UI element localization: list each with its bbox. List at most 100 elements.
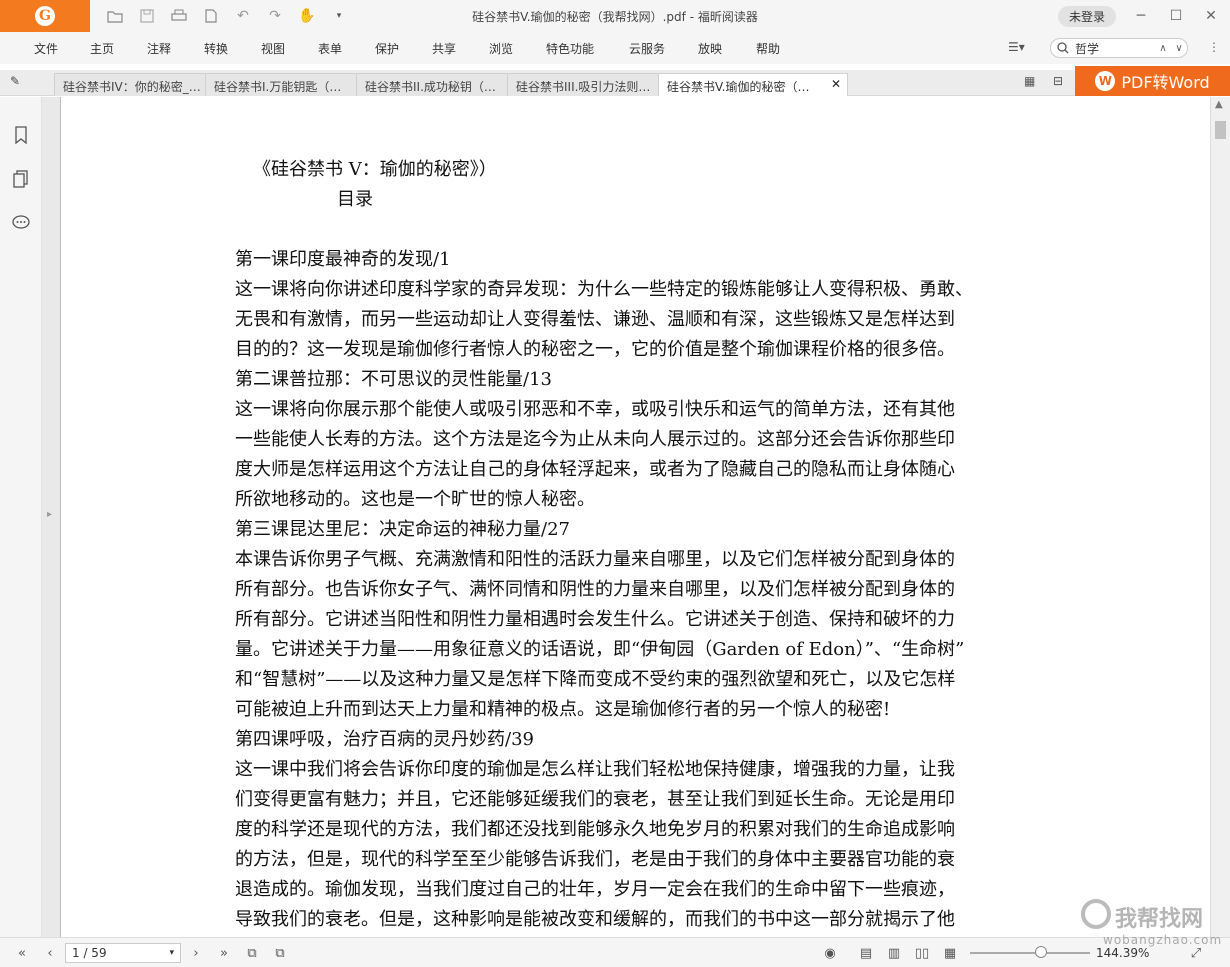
text-line: 量。它讲述关于力量——用象征意义的话语说，即“伊甸园（Garden of Edo… [235,639,965,660]
doc-tab-label: 硅谷禁书V.瑜伽的秘密（… [667,80,810,94]
sidebar-gutter: ▸ [42,97,60,937]
reading-mode-icon[interactable]: ◉ [820,944,840,962]
expand-panel-icon[interactable]: ▸ [47,509,52,520]
close-window-icon[interactable]: ✕ [1196,0,1226,32]
facing-page-icon[interactable]: ▯▯ [912,944,932,962]
menu-slideshow[interactable]: 放映 [698,40,722,57]
quick-access-toolbar: ↶ ↷ ✋ ▾ [106,7,348,25]
doc-tab[interactable]: 硅谷禁书II.成功秘钥（… [356,73,508,96]
menu-form[interactable]: 表单 [318,40,342,57]
menu-help[interactable]: 帮助 [756,40,780,57]
text-line: 所有部分。也告诉你女子气、满怀同情和阴性的力量来自哪里，以及们怎样被分配到身体的 [235,579,955,600]
minimize-icon[interactable]: ─ [1126,0,1156,32]
last-page-icon[interactable]: » [214,944,234,962]
doc-tab[interactable]: 硅谷禁书IV：你的秘密_… [54,73,206,96]
menu-features[interactable]: 特色功能 [546,40,594,57]
single-page-icon[interactable]: ▤ [856,944,876,962]
search-next-icon[interactable]: ∨ [1171,43,1187,54]
customize-dropdown-icon[interactable]: ▾ [330,7,348,25]
menu-home[interactable]: 主页 [90,40,114,57]
login-button[interactable]: 未登录 [1058,6,1116,27]
doc-tab-active[interactable]: 硅谷禁书V.瑜伽的秘密（… ✕ [658,73,848,96]
menu-bar: 文件 主页 注释 转换 视图 表单 保护 共享 浏览 特色功能 云服务 放映 帮… [0,32,1230,64]
continuous-facing-icon[interactable]: ▦ [940,944,960,962]
text-line: 目的的？这一发现是瑜伽修行者惊人的秘密之一，它的价值是整个瑜伽课程价格的很多倍。 [235,339,955,360]
tile-view-icon[interactable]: ▦ [1024,74,1035,88]
foxit-logo-icon: G [35,6,55,26]
close-tab-icon[interactable]: ✕ [831,77,841,91]
search-options-icon[interactable]: ☰▾ [1008,40,1025,54]
text-line: 第三课昆达里尼：决定命运的神秘力量/27 [235,519,570,540]
page-number-input[interactable]: 1 / 59 ▾ [65,943,181,963]
vertical-scrollbar[interactable]: ▲ [1210,97,1230,937]
text-line: 度大师是怎样运用这个方法让自己的身体轻浮起来，或者为了隐藏自己的隐私而让身体随心 [235,459,955,480]
pdf-page: 《硅谷禁书 V：瑜伽的秘密》） 目录 第一课印度最神奇的发现/1 这一课将向你讲… [235,155,1035,935]
doc-title: 《硅谷禁书 V：瑜伽的秘密》） [253,159,497,180]
text-line: 一些能使人长寿的方法。这个方法是迄今为止从未向人展示过的。这部分还会告诉你那些印 [235,429,955,450]
menu-protect[interactable]: 保护 [375,40,399,57]
pdf-to-word-label: PDF转Word [1121,73,1210,92]
text-line: 第四课呼吸，治疗百病的灵丹妙药/39 [235,729,534,750]
comments-icon[interactable] [10,212,32,234]
text-line: 这一课中我们将会告诉你印度的瑜伽是怎么样让我们轻松地保持健康，增强我的力量，让我 [235,759,955,780]
edit-pen-icon[interactable]: ✎ [10,74,20,88]
text-line: 所有部分。它讲述当阳性和阴性力量相遇时会发生什么。它讲述关于创造、保持和破坏的力 [235,609,955,630]
redo-icon[interactable]: ↷ [266,7,284,25]
continuous-page-icon[interactable]: ▥ [884,944,904,962]
next-view-icon[interactable]: ⧉ [270,944,290,962]
more-options-icon[interactable]: ⋮ [1208,40,1220,54]
previous-view-icon[interactable]: ⧉ [242,944,262,962]
menu-comment[interactable]: 注释 [147,40,171,57]
scroll-thumb[interactable] [1215,121,1226,139]
search-icon [1057,42,1069,54]
text-line: 无畏和有激情，而另一些运动却让人变得羞怯、谦逊、温顺和有深，这些锻炼又是怎样达到 [235,309,955,330]
document-view[interactable]: 《硅谷禁书 V：瑜伽的秘密》） 目录 第一课印度最神奇的发现/1 这一课将向你讲… [60,97,1210,937]
save-icon[interactable] [138,7,156,25]
pdf-convert-icon: W [1095,71,1116,91]
open-folder-icon[interactable] [106,7,124,25]
text-line: 本课告诉你男子气概、充满激情和阳性的活跃力量来自哪里，以及它们怎样被分配到身体的 [235,549,955,570]
next-page-icon[interactable]: › [186,944,206,962]
zoom-level[interactable]: 144.39% [1096,946,1149,960]
app-logo[interactable]: G [0,0,90,32]
bookmark-icon[interactable] [10,124,32,146]
search-input[interactable]: 哲学 ∧ ∨ [1050,38,1188,58]
search-prev-icon[interactable]: ∧ [1155,43,1171,54]
prev-page-icon[interactable]: ‹ [40,944,60,962]
first-page-icon[interactable]: « [12,944,32,962]
left-sidebar [0,97,42,937]
pages-icon[interactable] [10,168,32,190]
status-bar: « ‹ 1 / 59 ▾ › » ⧉ ⧉ ◉ ▤ ▥ ▯▯ ▦ 144.39% … [0,937,1230,967]
text-line: 这一课将向你展示那个能使人或吸引邪恶和不幸，或吸引快乐和运气的简单方法，还有其他 [235,399,955,420]
text-line: 这一课将向你讲述印度科学家的奇异发现：为什么一些特定的锻炼能够让人变得积极、勇敢… [235,279,973,300]
text-line: 们变得更富有魅力；并且，它还能够延缓我们的衰老，甚至让我们到延长生命。无论是用印 [235,789,955,810]
page-dropdown-icon[interactable]: ▾ [169,948,174,958]
text-line: 可能被迫上升而到达天上力量和精神的极点。这是瑜伽修行者的另一个惊人的秘密! [235,699,891,720]
menu-view[interactable]: 视图 [261,40,285,57]
fit-page-icon[interactable]: ⤢ [1186,944,1206,962]
switch-view-icon[interactable]: ⊟ [1053,74,1063,88]
menu-share[interactable]: 共享 [432,40,456,57]
menu-file[interactable]: 文件 [34,40,58,57]
text-line: 第一课印度最神奇的发现/1 [235,249,451,270]
text-line: 退造成的。瑜伽发现，当我们度过自己的壮年，岁月一定会在我们的生命中留下一些痕迹， [235,879,955,900]
new-document-icon[interactable] [202,7,220,25]
menu-browse[interactable]: 浏览 [489,40,513,57]
pdf-to-word-button[interactable]: W PDF转Word [1075,66,1230,96]
menu-cloud[interactable]: 云服务 [629,40,665,57]
print-icon[interactable] [170,7,188,25]
text-line: 度的科学还是现代的方法，我们都还没找到能够永久地免岁月的积累对我们的生命追成影响 [235,819,955,840]
doc-tab[interactable]: 硅谷禁书III.吸引力法则… [507,73,659,96]
doc-tab[interactable]: 硅谷禁书I.万能钥匙（… [205,73,357,96]
toc-heading: 目录 [337,189,373,210]
menu-convert[interactable]: 转换 [204,40,228,57]
text-line: 所欲地移动的。这也是一个旷世的惊人秘密。 [235,489,595,510]
text-line: 导致我们的衰老。但是，这种影响是能被改变和缓解的，而我们的书中这一部分就揭示了他 [235,909,955,930]
zoom-slider[interactable] [970,952,1090,954]
maximize-icon[interactable]: ☐ [1161,0,1191,32]
zoom-slider-handle[interactable] [1035,946,1047,958]
scroll-up-icon[interactable]: ▲ [1215,99,1223,110]
undo-icon[interactable]: ↶ [234,7,252,25]
title-bar: G ↶ ↷ ✋ ▾ 硅谷禁书V.瑜伽的秘密（我帮找网）.pdf - 福昕阅读器 … [0,0,1230,32]
hand-tool-icon[interactable]: ✋ [298,7,316,25]
